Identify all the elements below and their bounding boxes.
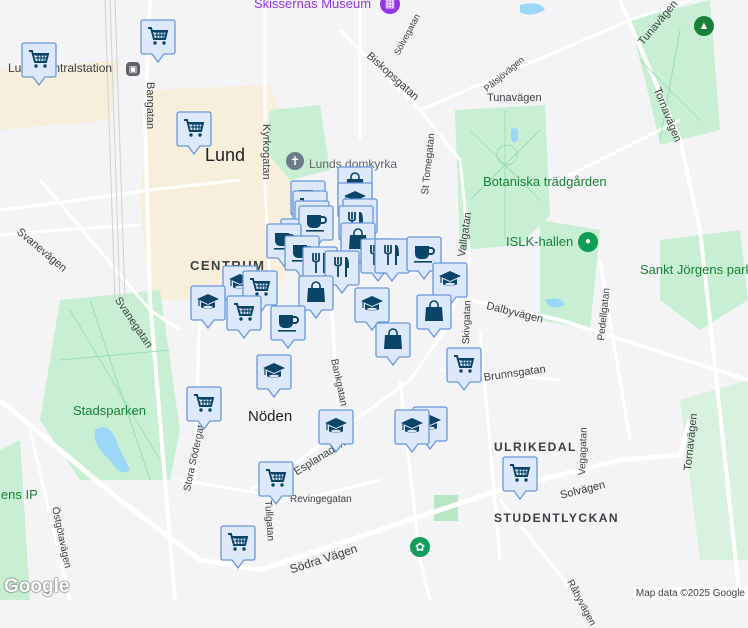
google-logo[interactable]: Google bbox=[4, 576, 69, 598]
shopping-bag-icon bbox=[416, 294, 452, 338]
shopping-cart-marker[interactable] bbox=[226, 295, 262, 339]
label-revingegatan: Revingegatan bbox=[290, 494, 352, 505]
shopping-cart-marker[interactable] bbox=[220, 525, 256, 569]
label-studentlyckan: STUDENTLYCKAN bbox=[494, 511, 620, 525]
graduation-cap-icon bbox=[318, 409, 354, 453]
shopping-bag-marker[interactable] bbox=[416, 294, 452, 338]
graduation-cap-icon bbox=[256, 354, 292, 398]
label-tunavagen: Tunavägen bbox=[487, 92, 542, 104]
church-icon[interactable]: ✝ bbox=[286, 152, 304, 170]
sports-icon[interactable]: ● bbox=[578, 232, 598, 252]
shopping-cart-marker[interactable] bbox=[140, 19, 176, 63]
shopping-cart-icon bbox=[186, 386, 222, 430]
label-kyrkogatan: Kyrkogatan bbox=[260, 124, 272, 180]
shopping-cart-marker[interactable] bbox=[258, 461, 294, 505]
shopping-bag-marker[interactable] bbox=[375, 322, 411, 366]
graduation-cap-marker[interactable] bbox=[256, 354, 292, 398]
label-noden: Nöden bbox=[248, 408, 293, 425]
map-attribution[interactable]: Map data ©2025 Google bbox=[632, 587, 748, 600]
graduation-cap-icon bbox=[394, 409, 430, 453]
station-icon[interactable]: ▣ bbox=[126, 62, 140, 76]
label-skivgatan: Skivgatan bbox=[461, 300, 474, 345]
flower-icon[interactable]: ✿ bbox=[410, 537, 430, 557]
shopping-cart-icon bbox=[446, 347, 482, 391]
graduation-cap-marker[interactable] bbox=[190, 285, 226, 329]
shopping-cart-icon bbox=[21, 42, 57, 86]
shopping-cart-marker[interactable] bbox=[186, 386, 222, 430]
coffee-cup-marker[interactable] bbox=[270, 305, 306, 349]
label-islk[interactable]: ISLK-hallen bbox=[506, 234, 573, 249]
park-tree-icon[interactable]: ▲ bbox=[694, 16, 714, 36]
label-museum[interactable]: Skissernas Museum bbox=[254, 0, 371, 11]
label-sankt[interactable]: Sankt Jörgens park bbox=[640, 262, 748, 277]
restaurant-marker[interactable] bbox=[374, 238, 410, 282]
shopping-cart-marker[interactable] bbox=[176, 111, 212, 155]
shopping-cart-marker[interactable] bbox=[502, 456, 538, 500]
shopping-cart-icon bbox=[140, 19, 176, 63]
shopping-cart-icon bbox=[220, 525, 256, 569]
label-idrott[interactable]: Gårdens IP bbox=[0, 487, 38, 502]
label-ulrikedal: ULRIKEDAL bbox=[494, 440, 577, 454]
shopping-cart-icon bbox=[226, 295, 262, 339]
coffee-cup-icon bbox=[270, 305, 306, 349]
shopping-cart-marker[interactable] bbox=[21, 42, 57, 86]
graduation-cap-marker[interactable] bbox=[318, 409, 354, 453]
label-vegagatan: Vegagatan bbox=[577, 427, 590, 476]
shopping-cart-icon bbox=[502, 456, 538, 500]
restaurant-icon bbox=[374, 238, 410, 282]
shopping-bag-icon bbox=[375, 322, 411, 366]
label-stadsparken[interactable]: Stadsparken bbox=[73, 403, 146, 418]
rail bbox=[104, 0, 126, 301]
label-botanic[interactable]: Botaniska trädgården bbox=[483, 174, 607, 189]
graduation-cap-icon bbox=[190, 285, 226, 329]
graduation-cap-marker[interactable] bbox=[394, 409, 430, 453]
label-bangatan: Bangatan bbox=[144, 82, 156, 130]
shopping-cart-icon bbox=[258, 461, 294, 505]
shopping-cart-marker[interactable] bbox=[446, 347, 482, 391]
shopping-cart-icon bbox=[176, 111, 212, 155]
